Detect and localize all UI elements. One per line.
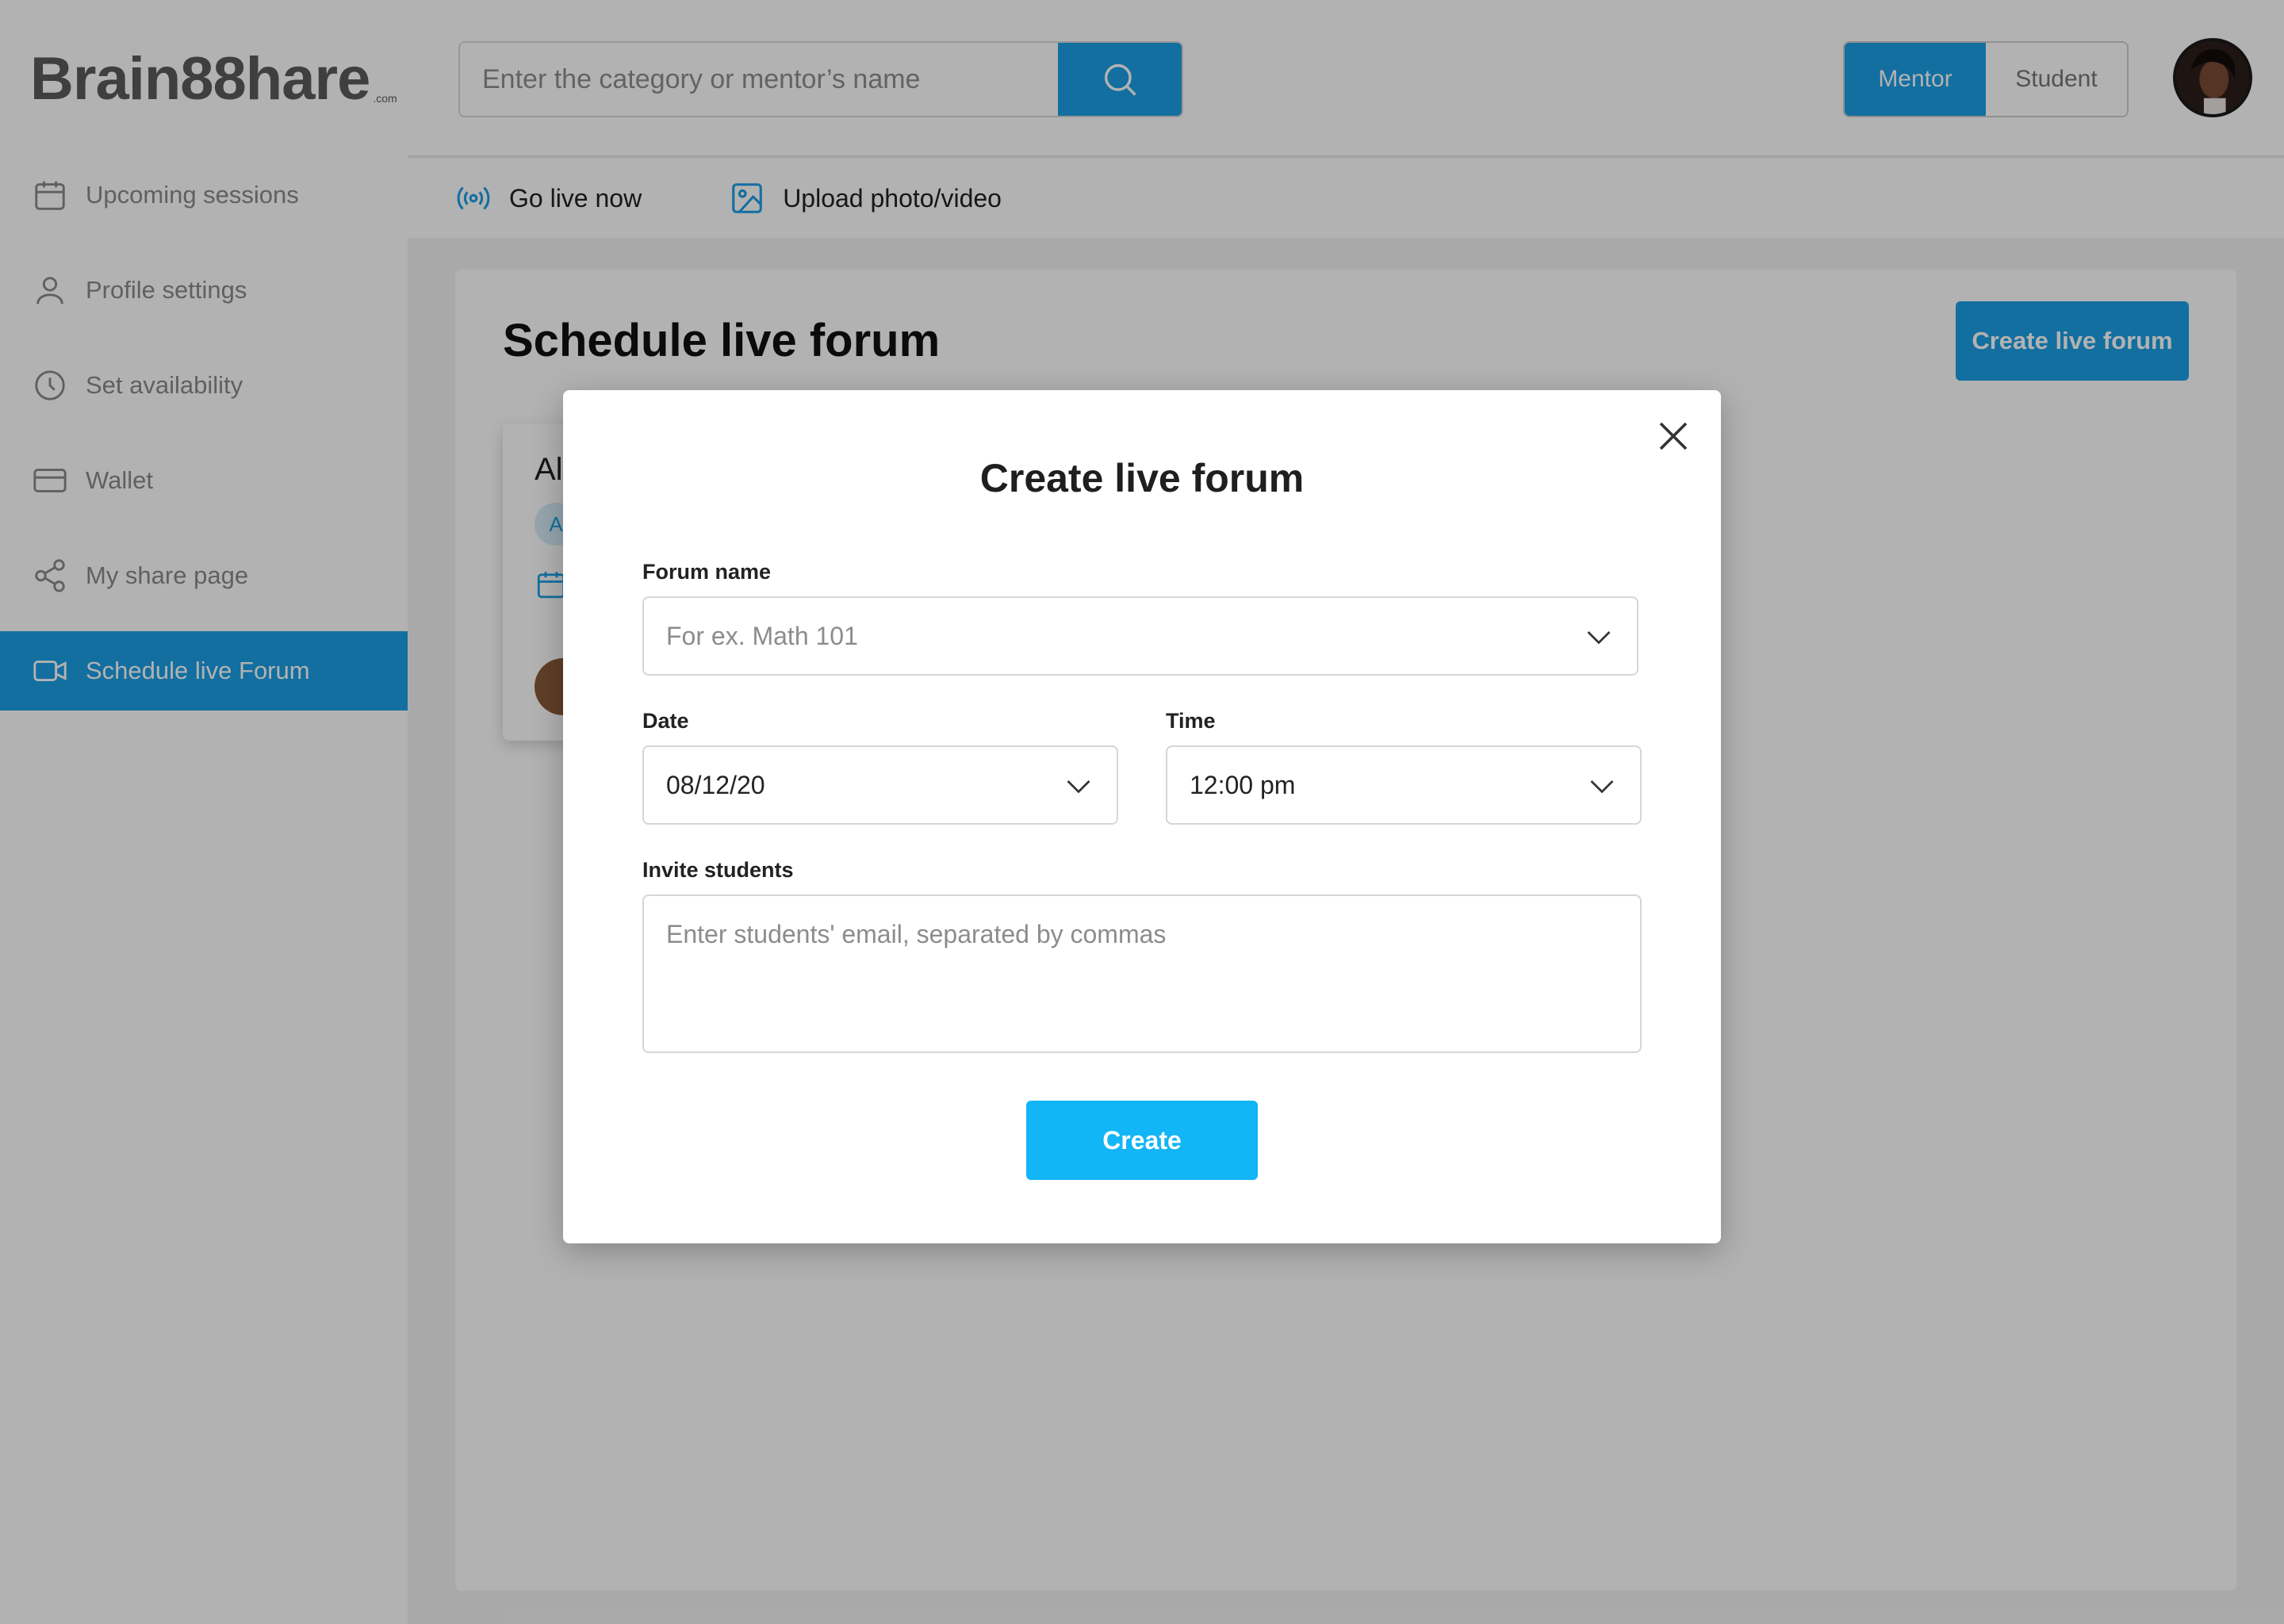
time-label: Time <box>1166 709 1216 733</box>
forum-name-label: Forum name <box>642 560 772 584</box>
time-select[interactable]: 12:00 pm <box>1166 745 1642 825</box>
chevron-down-icon <box>1587 631 1611 645</box>
forum-name-placeholder: For ex. Math 101 <box>666 621 858 650</box>
time-value: 12:00 pm <box>1190 770 1296 799</box>
chevron-down-icon <box>1067 780 1090 794</box>
invite-students-textarea[interactable]: Enter students' email, separated by comm… <box>642 894 1642 1053</box>
close-icon[interactable] <box>1654 417 1692 455</box>
app-root: Brain88hare .com Upcoming sessions Profi… <box>0 0 2284 1624</box>
invite-students-placeholder: Enter students' email, separated by comm… <box>666 920 1167 948</box>
forum-name-select[interactable]: For ex. Math 101 <box>642 596 1638 676</box>
date-select[interactable]: 08/12/20 <box>642 745 1118 825</box>
date-label: Date <box>642 709 689 733</box>
date-value: 08/12/20 <box>666 770 765 799</box>
create-live-forum-modal: Create live forum Forum name For ex. Mat… <box>563 390 1721 1243</box>
invite-students-label: Invite students <box>642 858 794 882</box>
modal-title: Create live forum <box>979 456 1305 500</box>
chevron-down-icon <box>1590 780 1614 794</box>
create-button[interactable]: Create <box>1026 1101 1258 1180</box>
